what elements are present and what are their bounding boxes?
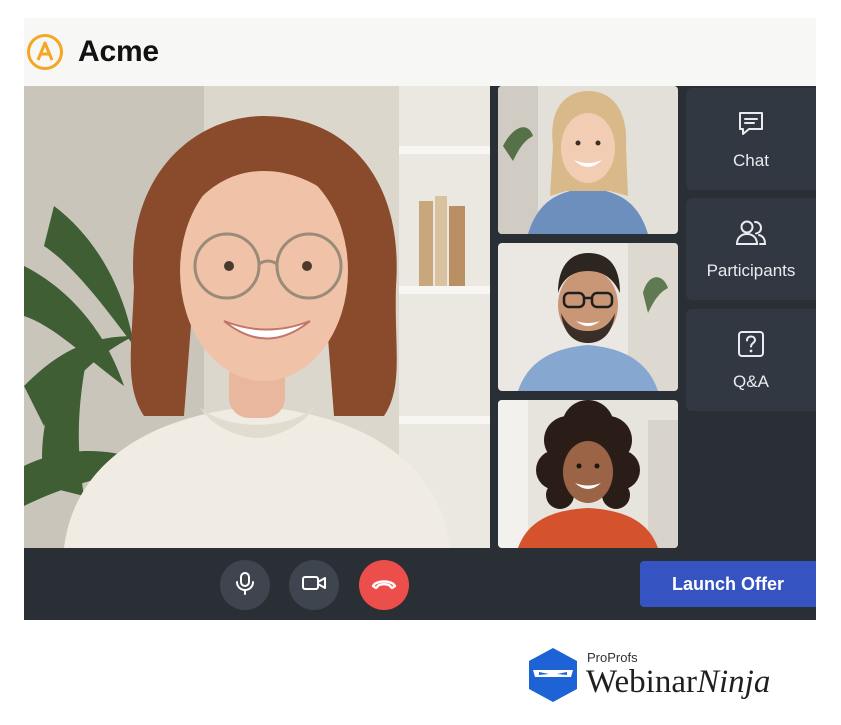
participant-video-3[interactable] bbox=[498, 400, 678, 548]
top-bar: Acme bbox=[24, 18, 816, 86]
proprofs-label: ProProfs bbox=[587, 650, 638, 665]
chat-label: Chat bbox=[733, 150, 769, 170]
launch-offer-button[interactable]: Launch Offer bbox=[640, 561, 816, 607]
chat-button[interactable]: Chat bbox=[686, 88, 816, 190]
brand-name: Acme bbox=[78, 35, 159, 68]
wordmark-webinar: Webinar bbox=[586, 664, 697, 700]
microphone-icon bbox=[234, 571, 256, 600]
chat-icon bbox=[736, 108, 766, 143]
end-call-button[interactable] bbox=[359, 560, 409, 610]
webinarninja-wordmark: WebinarNinja bbox=[586, 664, 770, 701]
acme-logo-icon bbox=[26, 33, 64, 71]
wordmark-ninja: Ninja bbox=[696, 664, 771, 700]
camera-icon bbox=[301, 573, 327, 598]
participant-video-1[interactable] bbox=[498, 86, 678, 234]
hang-up-icon bbox=[370, 575, 398, 596]
participant-video-2[interactable] bbox=[498, 243, 678, 391]
qa-button[interactable]: Q&A bbox=[686, 309, 816, 411]
question-icon bbox=[736, 329, 766, 364]
users-icon bbox=[734, 218, 768, 253]
participants-label: Participants bbox=[706, 260, 796, 280]
camera-button[interactable] bbox=[289, 560, 339, 610]
webinar-window: Acme Chat Participants Q&A Launch Offer bbox=[24, 18, 816, 620]
ninja-mask-icon bbox=[529, 648, 577, 702]
participants-button[interactable]: Participants bbox=[686, 198, 816, 300]
microphone-button[interactable] bbox=[220, 560, 270, 610]
qa-label: Q&A bbox=[733, 371, 769, 391]
main-speaker-video[interactable] bbox=[24, 86, 490, 548]
